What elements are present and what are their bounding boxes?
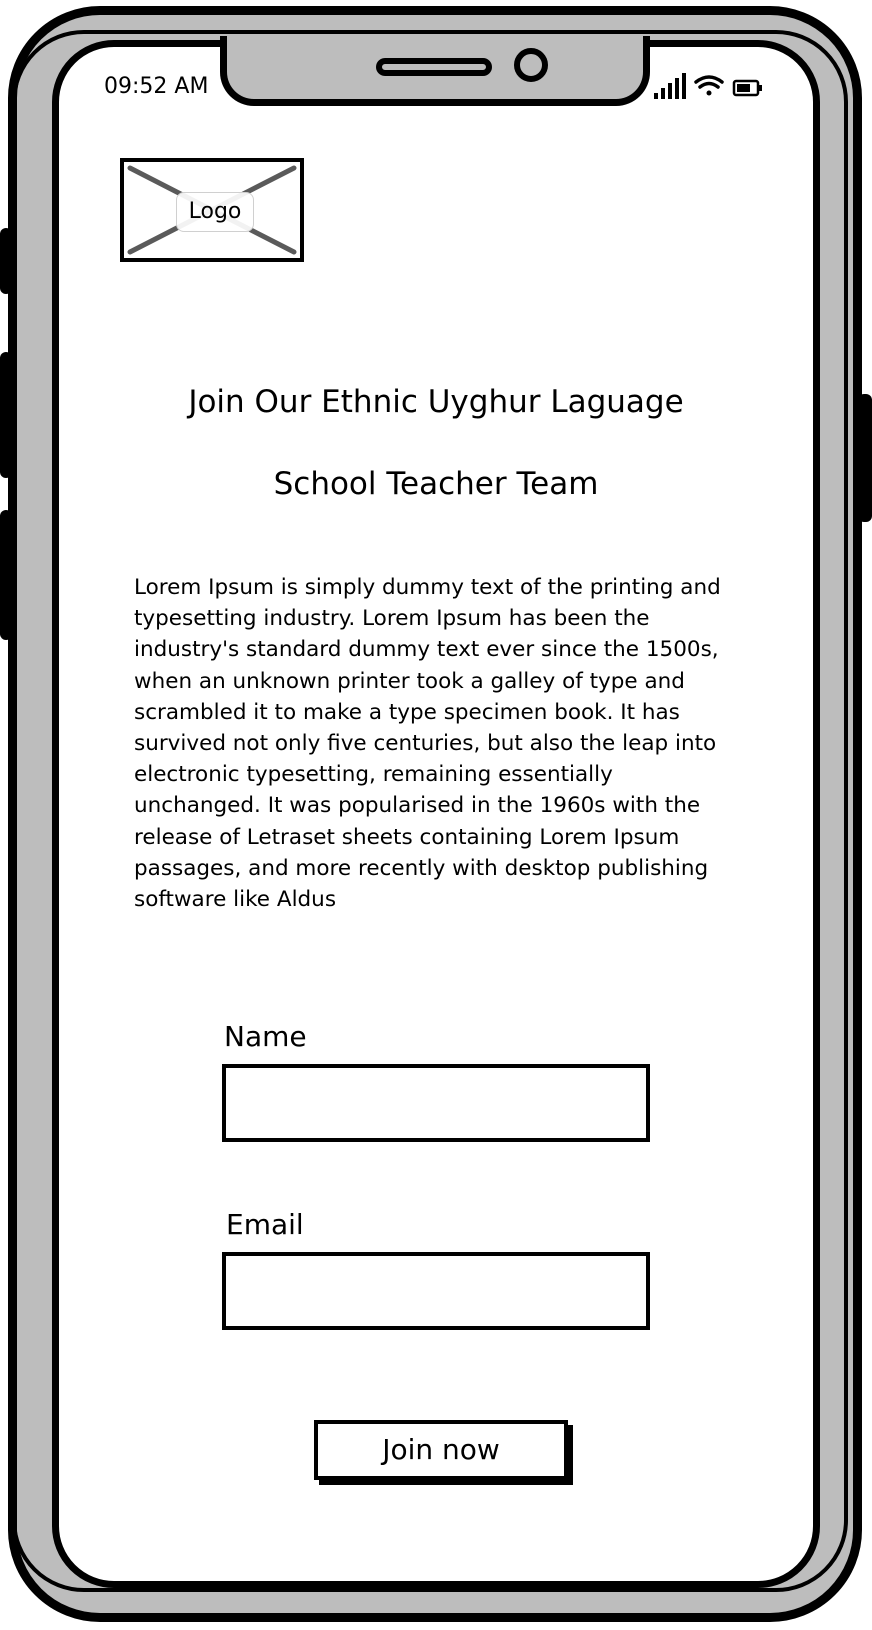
join-now-button[interactable]: Join now — [314, 1420, 568, 1480]
page-title-line2: School Teacher Team — [273, 466, 599, 502]
cellular-signal-icon — [654, 73, 686, 99]
email-label: Email — [226, 1208, 304, 1241]
email-field[interactable] — [222, 1252, 650, 1330]
status-time: 09:52 AM — [104, 74, 209, 99]
status-icons — [652, 72, 764, 102]
logo: Logo — [120, 158, 304, 262]
battery-icon — [732, 79, 762, 97]
front-camera — [514, 48, 548, 82]
logo-label: Logo — [176, 192, 254, 232]
wifi-icon — [694, 75, 724, 96]
page-title-line1: Join Our Ethnic Uyghur Laguage — [188, 384, 684, 420]
speaker-grille — [376, 58, 492, 76]
description-text: Lorem Ipsum is simply dummy text of the … — [134, 575, 721, 913]
name-label: Name — [224, 1020, 307, 1053]
name-field[interactable] — [222, 1064, 650, 1142]
phone-mockup: 09:52 AM Logo Join Our Ethnic Uyghur Lag… — [0, 0, 872, 1630]
